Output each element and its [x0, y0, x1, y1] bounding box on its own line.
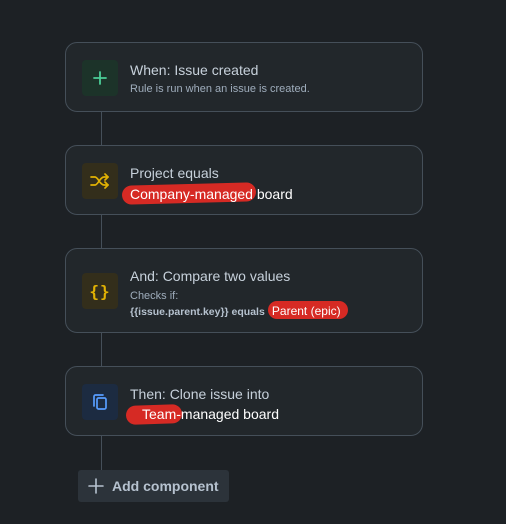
- condition-project-card[interactable]: Project equals Company-managed board: [65, 145, 423, 215]
- trigger-title: When: Issue created: [130, 62, 259, 78]
- redacted-text: Team-: [142, 406, 181, 422]
- compare-value-redacted: Parent (ep: [271, 304, 328, 318]
- copy-icon: [93, 394, 107, 410]
- connector-line: [101, 112, 102, 145]
- condition-project-value: Company-managed board: [121, 182, 293, 205]
- braces-icon: {}: [89, 281, 111, 301]
- add-component-button[interactable]: Add component: [78, 470, 229, 502]
- checks-label: Checks if:: [130, 290, 179, 302]
- compare-expression: {{issue.parent.key}} equals: [130, 306, 265, 318]
- compare-value-rest: ic): [327, 304, 341, 318]
- shuffle-icon: [90, 173, 109, 189]
- connector-line: [101, 333, 102, 366]
- trigger-subtitle: Rule is run when an issue is created.: [130, 83, 310, 95]
- compare-value: Parent (epic): [272, 304, 341, 318]
- connector-line: [101, 436, 102, 470]
- action-icon-box: [82, 384, 118, 420]
- add-component-label: Add component: [112, 478, 219, 494]
- action-clone-value: Team-managed board: [125, 404, 279, 425]
- value-text: managed board: [180, 406, 279, 422]
- trigger-icon-box: [82, 60, 118, 96]
- plus-icon: [88, 478, 104, 494]
- trigger-card[interactable]: When: Issue created Rule is run when an …: [65, 42, 423, 112]
- condition-icon-box: [82, 163, 118, 199]
- connector-line: [101, 215, 102, 248]
- condition-compare-title: And: Compare two values: [130, 268, 291, 284]
- compare-expression-row: {{issue.parent.key}} equals Parent (epic…: [130, 301, 348, 319]
- value-text: board: [252, 186, 293, 202]
- redacted-text: Company-managed: [130, 186, 253, 202]
- action-clone-title: Then: Clone issue into: [130, 386, 270, 402]
- condition-icon-box: {}: [82, 273, 118, 309]
- action-clone-card[interactable]: Then: Clone issue into Team-managed boar…: [65, 366, 423, 436]
- condition-compare-card[interactable]: {} And: Compare two values Checks if: {{…: [65, 248, 423, 333]
- condition-project-title: Project equals: [130, 165, 219, 181]
- plus-icon: [93, 71, 107, 85]
